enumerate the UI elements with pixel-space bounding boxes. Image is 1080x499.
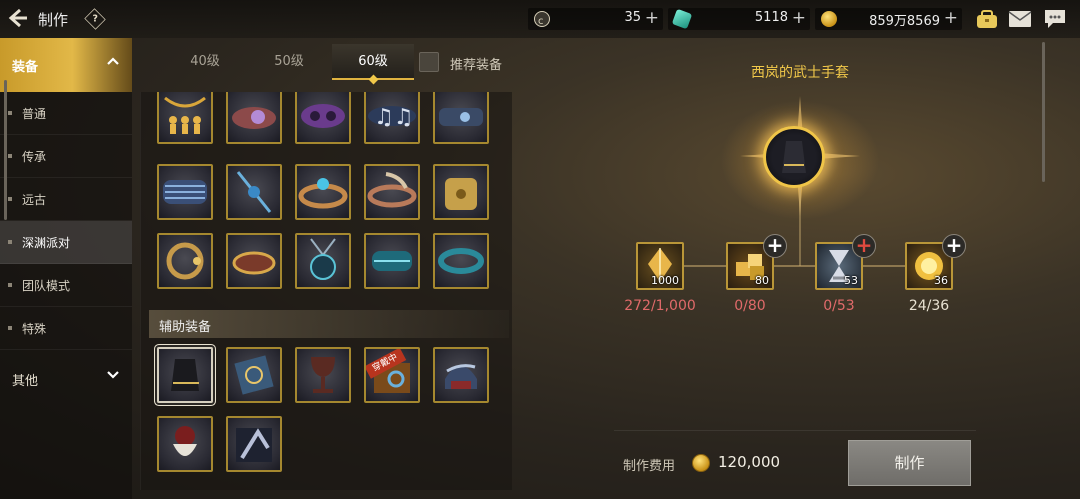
currency-c-token: c 35 + (528, 8, 663, 30)
add-material-gold-cubes-button[interactable]: + (763, 234, 787, 258)
nav-item-special[interactable]: 特殊 (0, 307, 132, 350)
item-slot-gold-chain-bracelet[interactable] (157, 233, 213, 289)
nav-item-abyss-party[interactable]: 深渊派对 (0, 221, 132, 264)
item-slot-beard-mask[interactable] (157, 416, 213, 472)
material-slot-ember-crystal[interactable]: 1000 (636, 242, 684, 290)
item-slot-necklace-figures[interactable] (157, 92, 213, 144)
svg-text:♫♫: ♫♫ (374, 105, 413, 130)
item-slot-gold-pouch[interactable] (433, 164, 489, 220)
category-nav: 装备 普通 传承 远古 深渊派对 团队模式 特殊 其他 (0, 38, 132, 499)
item-slot-teal-ring[interactable] (433, 233, 489, 289)
nav-scrollbar[interactable] (4, 80, 7, 220)
craft-cost-label: 制作费用 (623, 459, 676, 474)
item-slot-dark-tome[interactable] (226, 416, 282, 472)
item-slot-mask[interactable] (295, 92, 351, 144)
item-slot-belt-purple[interactable] (226, 92, 282, 144)
craft-cost-value: 120,000 (718, 453, 781, 471)
craft-button[interactable]: 制作 (848, 440, 971, 486)
nav-item-ancient[interactable]: 远古 (0, 178, 132, 221)
help-icon[interactable]: ? (84, 8, 106, 30)
item-slot-pendant-chain[interactable] (226, 164, 282, 220)
gold-coin-icon (821, 11, 837, 27)
svg-text:c: c (538, 16, 544, 27)
level-tabs: 40级 50级 60级 推荐装备 (140, 44, 512, 85)
footer-divider (614, 430, 976, 431)
c-token-icon: c (534, 11, 550, 27)
item-slot-goblet[interactable] (295, 347, 351, 403)
item-slot-gold-crown[interactable] (226, 233, 282, 289)
item-slot-samurai-gloves[interactable] (157, 347, 213, 403)
nav-item-normal[interactable]: 普通 (0, 92, 132, 135)
chat-icon[interactable] (1042, 8, 1068, 30)
item-slot-teal-cuff[interactable] (364, 233, 420, 289)
material-progress-golden-orb: 24/36 (908, 298, 950, 314)
item-slot-equipped-charm[interactable]: 穿戴中 (364, 347, 420, 403)
section-header-support-equipment: 辅助装备 (149, 310, 509, 338)
material-progress-ember-crystal: 272/1,000 (624, 298, 696, 314)
add-material-golden-orb-button[interactable]: + (942, 234, 966, 258)
gem-icon (671, 8, 693, 30)
item-slot-pendant-circle[interactable] (295, 233, 351, 289)
bag-icon[interactable] (974, 8, 1000, 30)
currency-gem: 5118 + (668, 8, 810, 30)
tab-level-50[interactable]: 50级 (248, 44, 330, 80)
tab-level-40[interactable]: 40级 (164, 44, 246, 80)
nav-category-other[interactable]: 其他 (0, 352, 132, 406)
gold-coin-icon (692, 454, 710, 472)
recommend-checkbox[interactable] (419, 52, 439, 72)
nav-category-equipment[interactable]: 装备 (0, 38, 132, 92)
crafted-item-gloves-icon[interactable] (763, 126, 825, 188)
item-slot-helmet[interactable] (433, 347, 489, 403)
recipe-connector-horizontal (660, 265, 930, 267)
item-slot-music-notes[interactable]: ♫♫ (364, 92, 420, 144)
chevron-up-icon (106, 54, 120, 72)
back-arrow-icon[interactable] (6, 6, 30, 30)
currency-gold: 859万8569 + (815, 8, 962, 30)
nav-item-raid-mode[interactable]: 团队模式 (0, 264, 132, 307)
top-bar: 制作 ? c 35 + 5118 + 859万8569 + (0, 0, 1080, 38)
tab-level-60[interactable]: 60级 (332, 44, 414, 85)
item-slot-magic-book[interactable] (226, 347, 282, 403)
item-slot-feather-belt[interactable] (364, 164, 420, 220)
material-progress-gold-cubes: 0/80 (734, 298, 766, 314)
recipe-connector-vertical (799, 190, 801, 266)
item-grid-panel: ♫♫ 辅助装备 穿戴中 (140, 92, 512, 490)
mail-icon[interactable] (1007, 8, 1033, 30)
item-slot-striped-belt[interactable] (157, 164, 213, 220)
add-gold-button[interactable]: + (944, 8, 958, 28)
add-gem-button[interactable]: + (792, 8, 806, 28)
material-progress-hourglass: 0/53 (823, 298, 855, 314)
recommend-label: 推荐装备 (450, 58, 503, 73)
active-tab-marker-icon (368, 74, 379, 85)
add-c-token-button[interactable]: + (645, 8, 659, 28)
recipe-item-title: 西岚的武士手套 (751, 65, 849, 81)
right-scrollbar[interactable] (1042, 42, 1045, 182)
item-slot-crown-ring[interactable] (295, 164, 351, 220)
page-title: 制作 (38, 11, 69, 29)
nav-item-legacy[interactable]: 传承 (0, 135, 132, 178)
add-material-hourglass-button[interactable]: + (852, 234, 876, 258)
chevron-down-icon (106, 368, 120, 386)
item-slot-bracelet-dark[interactable] (433, 92, 489, 144)
